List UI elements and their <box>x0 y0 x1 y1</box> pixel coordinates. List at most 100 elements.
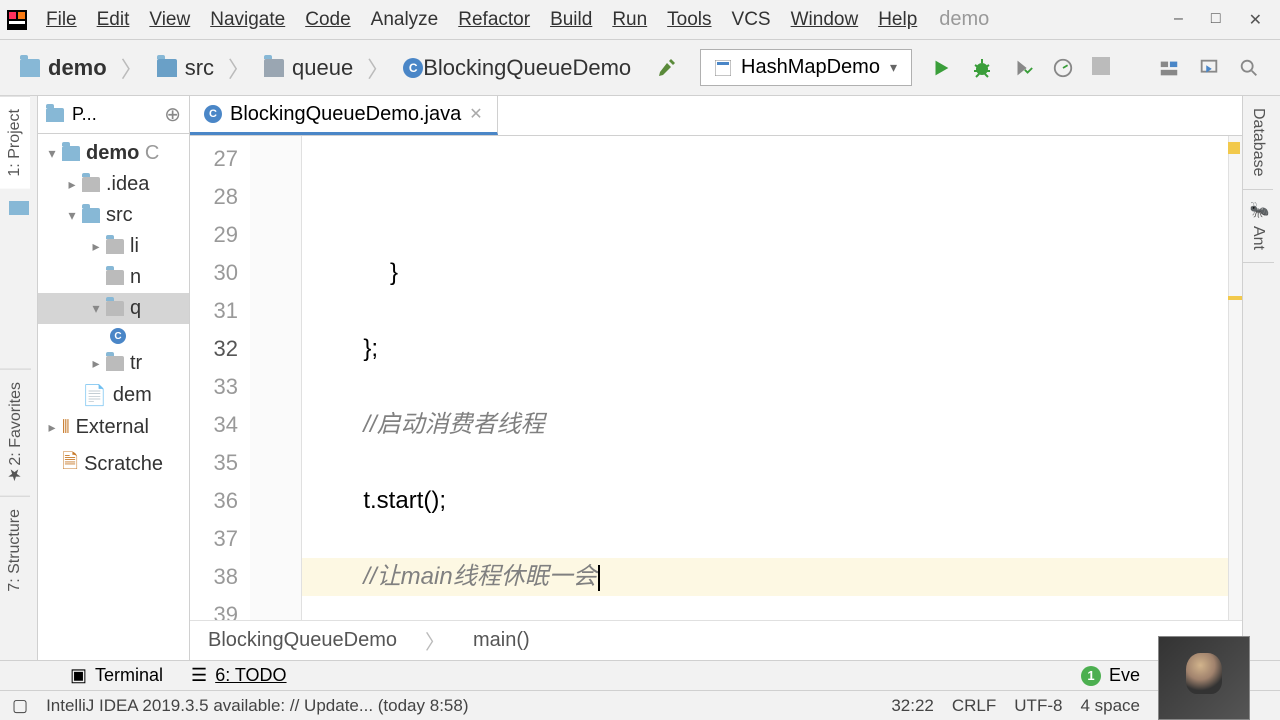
project-structure-button[interactable] <box>1158 57 1180 79</box>
tree-scratches[interactable]: 🗎 Scratche <box>38 443 189 485</box>
tree-dem[interactable]: 📄 dem <box>38 379 189 412</box>
error-stripe[interactable] <box>1228 136 1242 620</box>
breadcrumbs: demo 〉 src 〉 queue 〉 CBlockingQueueDemo <box>8 51 643 85</box>
breadcrumb-demo[interactable]: demo <box>8 51 119 85</box>
event-log-button[interactable]: 1 Eve <box>1081 665 1140 686</box>
run-button[interactable] <box>930 57 952 79</box>
menu-window[interactable]: Window <box>781 5 869 35</box>
build-button[interactable] <box>658 56 682 80</box>
expand-toggle[interactable]: ▾ <box>62 207 82 224</box>
menu-tools[interactable]: Tools <box>657 5 721 35</box>
tree-li[interactable]: ▸ li <box>38 231 189 262</box>
tree-external-libs[interactable]: ▸ ⫴ External <box>38 412 189 443</box>
right-tool-strip: Database 🐜 Ant <box>1242 96 1280 660</box>
close-tab-button[interactable]: ✕ <box>469 104 482 124</box>
status-bar: ▢ IntelliJ IDEA 2019.3.5 available: // U… <box>0 690 1280 720</box>
window-maximize-button[interactable]: □ <box>1211 10 1221 30</box>
tree-q-selected[interactable]: ▾ q <box>38 293 189 324</box>
folder-icon <box>264 59 284 77</box>
menu-bar: File Edit View Navigate Code Analyze Ref… <box>0 0 1280 40</box>
breadcrumb-method-name[interactable]: main() <box>473 629 530 652</box>
menu-navigate[interactable]: Navigate <box>200 5 295 35</box>
database-tool-tab[interactable]: Database <box>1243 96 1273 190</box>
menu-analyze[interactable]: Analyze <box>361 5 449 35</box>
folder-icon <box>106 239 124 254</box>
project-tool-tab[interactable]: 1: Project <box>0 96 30 189</box>
run-configuration-selector[interactable]: HashMapDemo ▾ <box>700 49 912 86</box>
expand-toggle[interactable]: ▸ <box>86 355 106 372</box>
search-everywhere-button[interactable] <box>1198 57 1220 79</box>
file-encoding[interactable]: UTF-8 <box>1014 696 1062 716</box>
expand-toggle[interactable]: ▸ <box>86 238 106 255</box>
menu-edit[interactable]: Edit <box>87 5 140 35</box>
line-separator[interactable]: CRLF <box>952 696 996 716</box>
stop-button[interactable] <box>1092 54 1110 82</box>
todo-tool-button[interactable]: ☰ 6: TODO <box>191 665 287 686</box>
tree-idea[interactable]: ▸ .idea <box>38 169 189 200</box>
breadcrumb-class-name[interactable]: BlockingQueueDemo <box>208 629 397 652</box>
ant-tool-tab[interactable]: 🐜 Ant <box>1243 190 1274 263</box>
notification-badge: 1 <box>1081 666 1101 686</box>
fold-gutter[interactable] <box>250 136 302 620</box>
project-view-mode[interactable]: P... <box>72 104 156 125</box>
app-icon <box>6 9 28 31</box>
folder-icon <box>106 270 124 285</box>
breadcrumb-src[interactable]: src <box>145 51 226 85</box>
tree-class-item[interactable]: C <box>38 324 189 348</box>
folder-icon <box>46 108 64 122</box>
tree-n[interactable]: n <box>38 262 189 293</box>
folder-icon <box>20 59 40 77</box>
editor-tab-blockingqueuedemo[interactable]: C BlockingQueueDemo.java ✕ <box>190 96 498 135</box>
file-icon: 📄 <box>82 383 107 408</box>
breadcrumb-queue[interactable]: queue <box>252 51 365 85</box>
expand-toggle[interactable]: ▾ <box>86 300 106 317</box>
status-notification[interactable]: IntelliJ IDEA 2019.3.5 available: // Upd… <box>46 696 468 716</box>
stop-icon <box>1092 57 1110 75</box>
target-icon[interactable]: ⊕ <box>164 102 181 127</box>
coverage-button[interactable] <box>1012 57 1034 79</box>
expand-toggle[interactable]: ▸ <box>42 419 62 436</box>
left-tool-strip: 1: Project ★ 2: Favorites 7: Structure <box>0 96 38 660</box>
chevron-right-icon: 〉 <box>119 52 145 84</box>
tree-src[interactable]: ▾ src <box>38 200 189 231</box>
window-close-button[interactable]: ✕ <box>1249 10 1262 30</box>
line-number-gutter: 27 28 29 30 31 32 33 34 35 36 37 38 39 <box>190 136 250 620</box>
find-button[interactable] <box>1238 57 1260 79</box>
source-folder-icon <box>82 208 100 223</box>
menu-run[interactable]: Run <box>602 5 657 35</box>
menu-view[interactable]: View <box>139 5 200 35</box>
window-minimize-button[interactable]: – <box>1174 10 1183 30</box>
code-editor[interactable]: } }; //启动消费者线程 t.start(); //让main线程休眠一会 … <box>302 136 1242 620</box>
tool-window-quick-access[interactable]: ▢ <box>12 696 28 716</box>
class-icon: C <box>204 105 222 123</box>
application-icon <box>715 60 731 76</box>
tree-root-demo[interactable]: ▾ demo C <box>38 138 189 169</box>
terminal-tool-button[interactable]: ▣ Terminal <box>70 665 163 686</box>
chevron-down-icon: ▾ <box>890 59 897 76</box>
folder-icon <box>82 177 100 192</box>
favorites-tool-tab[interactable]: ★ 2: Favorites <box>0 369 31 497</box>
folder-icon <box>106 301 124 316</box>
indent-settings[interactable]: 4 space <box>1080 696 1140 716</box>
menu-help[interactable]: Help <box>868 5 927 35</box>
warning-indicator-icon <box>1228 142 1240 154</box>
menu-refactor[interactable]: Refactor <box>448 5 540 35</box>
menu-file[interactable]: File <box>36 5 87 35</box>
tree-tr[interactable]: ▸ tr <box>38 348 189 379</box>
caret-position[interactable]: 32:22 <box>891 696 934 716</box>
expand-toggle[interactable]: ▸ <box>62 176 82 193</box>
menu-build[interactable]: Build <box>540 5 602 35</box>
chevron-right-icon: 〉 <box>226 52 252 84</box>
debug-button[interactable] <box>970 56 994 80</box>
warning-tick[interactable] <box>1228 296 1242 300</box>
menu-vcs[interactable]: VCS <box>722 5 781 35</box>
menu-code[interactable]: Code <box>295 5 360 35</box>
structure-tool-tab[interactable]: 7: Structure <box>0 496 30 604</box>
expand-toggle[interactable]: ▾ <box>42 145 62 162</box>
profile-button[interactable] <box>1052 57 1074 79</box>
project-tool-window: P... ⊕ ▾ demo C ▸ .idea ▾ src ▸ li n <box>38 96 190 660</box>
webcam-overlay <box>1158 636 1250 720</box>
editor-breadcrumbs: BlockingQueueDemo 〉 main() <box>190 620 1242 660</box>
breadcrumb-class[interactable]: CBlockingQueueDemo <box>391 51 643 85</box>
list-icon: ☰ <box>191 665 207 686</box>
